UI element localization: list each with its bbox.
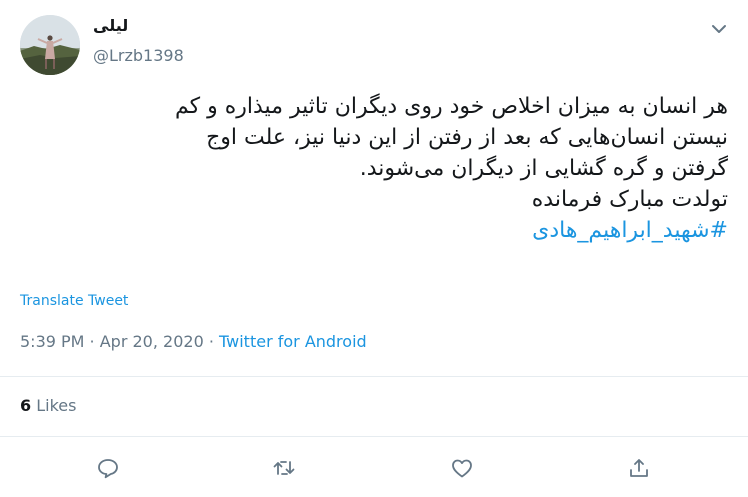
tweet-text: هر انسان به میزان اخلاص خود روی دیگران ت… xyxy=(20,91,728,246)
translate-tweet-link[interactable]: Translate Tweet xyxy=(20,293,128,309)
avatar[interactable] xyxy=(20,15,80,75)
divider xyxy=(0,436,748,437)
tweet-time[interactable]: 5:39 PM xyxy=(20,332,84,351)
retweet-icon[interactable] xyxy=(270,454,298,482)
share-icon[interactable] xyxy=(625,454,653,482)
tweet-source-link[interactable]: Twitter for Android xyxy=(219,332,367,351)
divider xyxy=(0,376,748,377)
hashtag-link[interactable]: #شهید_ابراهیم_هادی xyxy=(20,215,728,246)
likes-count: 6 xyxy=(20,396,32,415)
likes-label: Likes xyxy=(31,396,77,415)
author-handle[interactable]: @Lrzb1398 xyxy=(93,46,184,65)
tweet-text-line: تولدت مبارک فرمانده xyxy=(531,187,728,212)
tweet-text-line: نیستن انسان‌هایی که بعد از رفتن از این د… xyxy=(206,125,728,150)
tweet-text-line: گرفتن و گره گشایی از دیگران می‌شوند. xyxy=(359,156,728,181)
heart-icon[interactable] xyxy=(448,454,476,482)
chevron-down-icon[interactable] xyxy=(708,18,730,40)
meta-separator: · xyxy=(84,332,100,351)
tweet-metadata: 5:39 PM · Apr 20, 2020 · Twitter for And… xyxy=(20,332,367,351)
author-name[interactable]: لیلی xyxy=(93,16,128,35)
tweet-text-line: هر انسان به میزان اخلاص خود روی دیگران ت… xyxy=(175,94,728,119)
tweet-date[interactable]: Apr 20, 2020 xyxy=(100,332,204,351)
reply-icon[interactable] xyxy=(94,454,122,482)
likes-stat[interactable]: 6 Likes xyxy=(20,396,76,415)
meta-separator: · xyxy=(203,332,220,351)
